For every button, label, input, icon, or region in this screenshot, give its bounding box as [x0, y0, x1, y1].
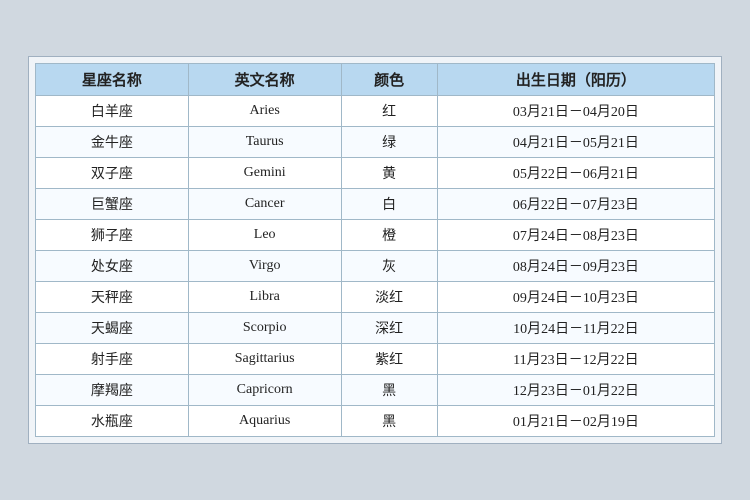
table-row: 巨蟹座Cancer白06月22日－07月23日 — [36, 189, 715, 220]
table-cell-0-1: Aries — [188, 96, 341, 127]
table-cell-9-0: 摩羯座 — [36, 375, 189, 406]
table-cell-8-1: Sagittarius — [188, 344, 341, 375]
table-row: 射手座Sagittarius紫红11月23日－12月22日 — [36, 344, 715, 375]
table-cell-4-1: Leo — [188, 220, 341, 251]
table-cell-2-0: 双子座 — [36, 158, 189, 189]
table-cell-5-2: 灰 — [341, 251, 437, 282]
table-body: 白羊座Aries红03月21日－04月20日金牛座Taurus绿04月21日－0… — [36, 96, 715, 437]
table-row: 摩羯座Capricorn黑12月23日－01月22日 — [36, 375, 715, 406]
table-row: 天秤座Libra淡红09月24日－10月23日 — [36, 282, 715, 313]
table-cell-8-3: 11月23日－12月22日 — [437, 344, 714, 375]
table-row: 金牛座Taurus绿04月21日－05月21日 — [36, 127, 715, 158]
table-cell-7-0: 天蝎座 — [36, 313, 189, 344]
table-cell-3-0: 巨蟹座 — [36, 189, 189, 220]
table-cell-5-1: Virgo — [188, 251, 341, 282]
table-cell-5-3: 08月24日－09月23日 — [437, 251, 714, 282]
table-row: 天蝎座Scorpio深红10月24日－11月22日 — [36, 313, 715, 344]
table-cell-3-3: 06月22日－07月23日 — [437, 189, 714, 220]
table-cell-6-1: Libra — [188, 282, 341, 313]
table-cell-0-3: 03月21日－04月20日 — [437, 96, 714, 127]
table-cell-7-3: 10月24日－11月22日 — [437, 313, 714, 344]
table-cell-9-1: Capricorn — [188, 375, 341, 406]
table-cell-9-3: 12月23日－01月22日 — [437, 375, 714, 406]
table-cell-2-2: 黄 — [341, 158, 437, 189]
table-cell-8-2: 紫红 — [341, 344, 437, 375]
table-cell-5-0: 处女座 — [36, 251, 189, 282]
table-cell-10-0: 水瓶座 — [36, 406, 189, 437]
table-cell-8-0: 射手座 — [36, 344, 189, 375]
table-cell-10-2: 黑 — [341, 406, 437, 437]
table-cell-2-1: Gemini — [188, 158, 341, 189]
table-row: 处女座Virgo灰08月24日－09月23日 — [36, 251, 715, 282]
table-cell-1-2: 绿 — [341, 127, 437, 158]
table-cell-10-3: 01月21日－02月19日 — [437, 406, 714, 437]
table-cell-7-1: Scorpio — [188, 313, 341, 344]
zodiac-table-wrapper: 星座名称英文名称颜色出生日期（阳历） 白羊座Aries红03月21日－04月20… — [28, 56, 722, 444]
table-cell-4-0: 狮子座 — [36, 220, 189, 251]
column-header-2: 颜色 — [341, 64, 437, 96]
zodiac-table: 星座名称英文名称颜色出生日期（阳历） 白羊座Aries红03月21日－04月20… — [35, 63, 715, 437]
table-cell-3-1: Cancer — [188, 189, 341, 220]
table-cell-6-0: 天秤座 — [36, 282, 189, 313]
table-cell-7-2: 深红 — [341, 313, 437, 344]
table-header-row: 星座名称英文名称颜色出生日期（阳历） — [36, 64, 715, 96]
table-cell-6-3: 09月24日－10月23日 — [437, 282, 714, 313]
column-header-3: 出生日期（阳历） — [437, 64, 714, 96]
table-cell-0-0: 白羊座 — [36, 96, 189, 127]
table-cell-9-2: 黑 — [341, 375, 437, 406]
table-cell-10-1: Aquarius — [188, 406, 341, 437]
table-cell-1-3: 04月21日－05月21日 — [437, 127, 714, 158]
table-cell-1-1: Taurus — [188, 127, 341, 158]
column-header-1: 英文名称 — [188, 64, 341, 96]
table-cell-0-2: 红 — [341, 96, 437, 127]
table-cell-2-3: 05月22日－06月21日 — [437, 158, 714, 189]
column-header-0: 星座名称 — [36, 64, 189, 96]
table-row: 白羊座Aries红03月21日－04月20日 — [36, 96, 715, 127]
table-row: 双子座Gemini黄05月22日－06月21日 — [36, 158, 715, 189]
table-cell-1-0: 金牛座 — [36, 127, 189, 158]
table-row: 水瓶座Aquarius黑01月21日－02月19日 — [36, 406, 715, 437]
table-cell-4-2: 橙 — [341, 220, 437, 251]
table-row: 狮子座Leo橙07月24日－08月23日 — [36, 220, 715, 251]
table-cell-6-2: 淡红 — [341, 282, 437, 313]
table-cell-3-2: 白 — [341, 189, 437, 220]
table-cell-4-3: 07月24日－08月23日 — [437, 220, 714, 251]
